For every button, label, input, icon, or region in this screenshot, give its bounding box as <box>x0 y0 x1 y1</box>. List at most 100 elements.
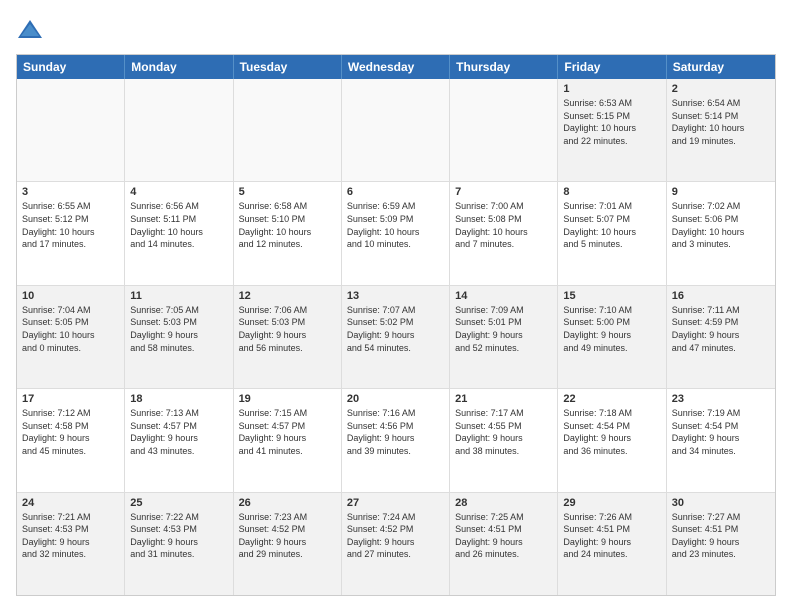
day-number: 9 <box>672 186 770 198</box>
day-info: Sunrise: 7:25 AM Sunset: 4:51 PM Dayligh… <box>455 511 552 561</box>
day-info: Sunrise: 7:19 AM Sunset: 4:54 PM Dayligh… <box>672 407 770 457</box>
day-number: 12 <box>239 290 336 302</box>
weekday-header: Friday <box>558 55 666 79</box>
calendar-cell: 5 Sunrise: 6:58 AM Sunset: 5:10 PM Daylig… <box>234 182 342 284</box>
day-number: 3 <box>22 186 119 198</box>
day-number: 24 <box>22 497 119 509</box>
day-info: Sunrise: 7:13 AM Sunset: 4:57 PM Dayligh… <box>130 407 227 457</box>
calendar-cell: 23 Sunrise: 7:19 AM Sunset: 4:54 PM Dayli… <box>667 389 775 491</box>
calendar-cell: 18 Sunrise: 7:13 AM Sunset: 4:57 PM Dayli… <box>125 389 233 491</box>
day-number: 19 <box>239 393 336 405</box>
weekday-header: Thursday <box>450 55 558 79</box>
calendar-cell: 12 Sunrise: 7:06 AM Sunset: 5:03 PM Dayli… <box>234 286 342 388</box>
calendar-row: 1 Sunrise: 6:53 AM Sunset: 5:15 PM Daylig… <box>17 79 775 182</box>
day-info: Sunrise: 7:15 AM Sunset: 4:57 PM Dayligh… <box>239 407 336 457</box>
calendar-row: 24 Sunrise: 7:21 AM Sunset: 4:53 PM Dayli… <box>17 493 775 595</box>
calendar-cell: 22 Sunrise: 7:18 AM Sunset: 4:54 PM Dayli… <box>558 389 666 491</box>
day-info: Sunrise: 7:09 AM Sunset: 5:01 PM Dayligh… <box>455 304 552 354</box>
day-number: 5 <box>239 186 336 198</box>
calendar-cell: 13 Sunrise: 7:07 AM Sunset: 5:02 PM Dayli… <box>342 286 450 388</box>
header <box>16 16 776 44</box>
calendar-cell: 28 Sunrise: 7:25 AM Sunset: 4:51 PM Dayli… <box>450 493 558 595</box>
calendar-cell: 6Sunrise: 6:59 AM Sunset: 5:09 PM Daylig… <box>342 182 450 284</box>
calendar-cell <box>234 79 342 181</box>
calendar-cell <box>450 79 558 181</box>
calendar-cell: 3 Sunrise: 6:55 AM Sunset: 5:12 PM Daylig… <box>17 182 125 284</box>
day-number: 6 <box>347 186 444 198</box>
day-number: 7 <box>455 186 552 198</box>
day-number: 10 <box>22 290 119 302</box>
day-info: Sunrise: 6:58 AM Sunset: 5:10 PM Dayligh… <box>239 200 336 250</box>
day-number: 20 <box>347 393 444 405</box>
day-number: 21 <box>455 393 552 405</box>
calendar-cell: 7 Sunrise: 7:00 AM Sunset: 5:08 PM Daylig… <box>450 182 558 284</box>
day-number: 22 <box>563 393 660 405</box>
day-number: 11 <box>130 290 227 302</box>
day-number: 8 <box>563 186 660 198</box>
day-info: Sunrise: 7:10 AM Sunset: 5:00 PM Dayligh… <box>563 304 660 354</box>
day-info: Sunrise: 7:17 AM Sunset: 4:55 PM Dayligh… <box>455 407 552 457</box>
day-number: 15 <box>563 290 660 302</box>
calendar-cell: 24 Sunrise: 7:21 AM Sunset: 4:53 PM Dayli… <box>17 493 125 595</box>
day-number: 18 <box>130 393 227 405</box>
day-info: Sunrise: 6:53 AM Sunset: 5:15 PM Dayligh… <box>563 97 660 147</box>
day-number: 25 <box>130 497 227 509</box>
day-info: Sunrise: 7:07 AM Sunset: 5:02 PM Dayligh… <box>347 304 444 354</box>
day-info: Sunrise: 7:11 AM Sunset: 4:59 PM Dayligh… <box>672 304 770 354</box>
calendar-cell: 30 Sunrise: 7:27 AM Sunset: 4:51 PM Dayli… <box>667 493 775 595</box>
logo-icon <box>16 16 44 44</box>
day-info: Sunrise: 7:21 AM Sunset: 4:53 PM Dayligh… <box>22 511 119 561</box>
day-number: 1 <box>563 83 660 95</box>
day-info: Sunrise: 7:06 AM Sunset: 5:03 PM Dayligh… <box>239 304 336 354</box>
calendar-cell: 9 Sunrise: 7:02 AM Sunset: 5:06 PM Daylig… <box>667 182 775 284</box>
day-info: Sunrise: 7:02 AM Sunset: 5:06 PM Dayligh… <box>672 200 770 250</box>
calendar-cell <box>125 79 233 181</box>
weekday-header: Sunday <box>17 55 125 79</box>
weekday-header: Saturday <box>667 55 775 79</box>
weekday-header: Wednesday <box>342 55 450 79</box>
page: SundayMondayTuesdayWednesdayThursdayFrid… <box>0 0 792 612</box>
calendar-cell: 15 Sunrise: 7:10 AM Sunset: 5:00 PM Dayli… <box>558 286 666 388</box>
day-number: 4 <box>130 186 227 198</box>
day-info: Sunrise: 7:22 AM Sunset: 4:53 PM Dayligh… <box>130 511 227 561</box>
calendar-cell: 4Sunrise: 6:56 AM Sunset: 5:11 PM Daylig… <box>125 182 233 284</box>
calendar-cell: 21 Sunrise: 7:17 AM Sunset: 4:55 PM Dayli… <box>450 389 558 491</box>
day-number: 29 <box>563 497 660 509</box>
day-info: Sunrise: 7:23 AM Sunset: 4:52 PM Dayligh… <box>239 511 336 561</box>
calendar-row: 3 Sunrise: 6:55 AM Sunset: 5:12 PM Daylig… <box>17 182 775 285</box>
calendar-header: SundayMondayTuesdayWednesdayThursdayFrid… <box>17 55 775 79</box>
day-info: Sunrise: 7:27 AM Sunset: 4:51 PM Dayligh… <box>672 511 770 561</box>
day-number: 28 <box>455 497 552 509</box>
day-info: Sunrise: 7:05 AM Sunset: 5:03 PM Dayligh… <box>130 304 227 354</box>
day-info: Sunrise: 7:24 AM Sunset: 4:52 PM Dayligh… <box>347 511 444 561</box>
calendar-row: 17 Sunrise: 7:12 AM Sunset: 4:58 PM Dayli… <box>17 389 775 492</box>
calendar-cell: 10Sunrise: 7:04 AM Sunset: 5:05 PM Dayli… <box>17 286 125 388</box>
day-info: Sunrise: 6:55 AM Sunset: 5:12 PM Dayligh… <box>22 200 119 250</box>
day-info: Sunrise: 7:16 AM Sunset: 4:56 PM Dayligh… <box>347 407 444 457</box>
day-number: 23 <box>672 393 770 405</box>
day-info: Sunrise: 7:26 AM Sunset: 4:51 PM Dayligh… <box>563 511 660 561</box>
calendar-cell: 1 Sunrise: 6:53 AM Sunset: 5:15 PM Daylig… <box>558 79 666 181</box>
calendar-cell: 2Sunrise: 6:54 AM Sunset: 5:14 PM Daylig… <box>667 79 775 181</box>
day-info: Sunrise: 6:54 AM Sunset: 5:14 PM Dayligh… <box>672 97 770 147</box>
day-number: 13 <box>347 290 444 302</box>
calendar-cell: 19 Sunrise: 7:15 AM Sunset: 4:57 PM Dayli… <box>234 389 342 491</box>
weekday-header: Monday <box>125 55 233 79</box>
calendar-cell: 29 Sunrise: 7:26 AM Sunset: 4:51 PM Dayli… <box>558 493 666 595</box>
day-info: Sunrise: 7:01 AM Sunset: 5:07 PM Dayligh… <box>563 200 660 250</box>
day-number: 16 <box>672 290 770 302</box>
weekday-header: Tuesday <box>234 55 342 79</box>
day-info: Sunrise: 7:18 AM Sunset: 4:54 PM Dayligh… <box>563 407 660 457</box>
calendar-cell: 27Sunrise: 7:24 AM Sunset: 4:52 PM Dayli… <box>342 493 450 595</box>
day-info: Sunrise: 7:12 AM Sunset: 4:58 PM Dayligh… <box>22 407 119 457</box>
calendar-cell: 20 Sunrise: 7:16 AM Sunset: 4:56 PM Dayli… <box>342 389 450 491</box>
day-number: 17 <box>22 393 119 405</box>
day-info: Sunrise: 7:00 AM Sunset: 5:08 PM Dayligh… <box>455 200 552 250</box>
calendar-cell <box>342 79 450 181</box>
calendar-cell: 16 Sunrise: 7:11 AM Sunset: 4:59 PM Dayli… <box>667 286 775 388</box>
calendar-cell: 11 Sunrise: 7:05 AM Sunset: 5:03 PM Dayli… <box>125 286 233 388</box>
calendar-body: 1 Sunrise: 6:53 AM Sunset: 5:15 PM Daylig… <box>17 79 775 595</box>
logo <box>16 16 48 44</box>
day-number: 30 <box>672 497 770 509</box>
calendar-cell: 25 Sunrise: 7:22 AM Sunset: 4:53 PM Dayli… <box>125 493 233 595</box>
